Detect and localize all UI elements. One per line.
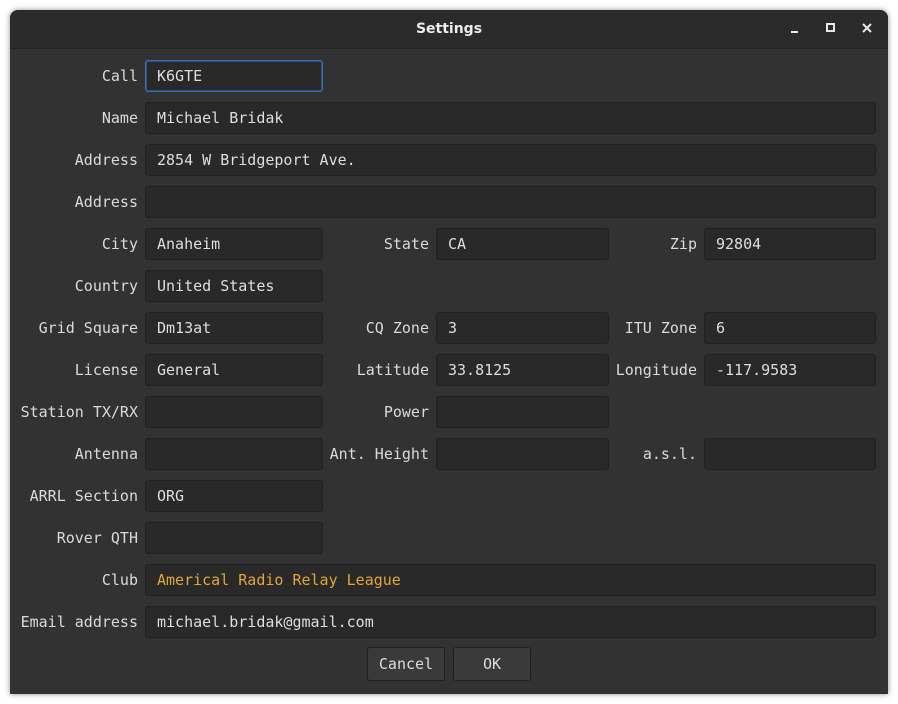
asl-label: a.s.l. — [642, 445, 697, 463]
arrl-section-input[interactable] — [145, 480, 323, 512]
zip-label: Zip — [669, 235, 697, 253]
longitude-label: Longitude — [615, 361, 697, 379]
latitude-input[interactable] — [436, 354, 609, 386]
license-label: License — [74, 361, 138, 379]
station-input[interactable] — [145, 396, 323, 428]
ok-button[interactable]: OK — [453, 647, 531, 681]
cancel-button[interactable]: Cancel — [367, 647, 445, 681]
itu-zone-input[interactable] — [704, 312, 876, 344]
name-label: Name — [101, 109, 138, 127]
asl-input[interactable] — [704, 438, 876, 470]
state-input[interactable] — [436, 228, 609, 260]
itu-zone-label: ITU Zone — [624, 319, 697, 337]
grid-square-input[interactable] — [145, 312, 323, 344]
club-input[interactable] — [145, 564, 876, 596]
window-title: Settings — [415, 21, 483, 37]
name-input[interactable] — [145, 102, 876, 134]
latitude-label: Latitude — [356, 361, 429, 379]
club-label: Club — [101, 571, 138, 589]
zip-input[interactable] — [704, 228, 876, 260]
power-label: Power — [383, 403, 429, 421]
close-icon[interactable] — [857, 19, 877, 39]
power-input[interactable] — [436, 396, 609, 428]
city-label: City — [101, 235, 138, 253]
maximize-icon[interactable] — [821, 19, 841, 39]
rover-qth-input[interactable] — [145, 522, 323, 554]
call-label: Call — [101, 67, 138, 85]
rover-qth-label: Rover QTH — [56, 529, 138, 547]
minimize-icon[interactable] — [785, 19, 805, 39]
country-label: Country — [74, 277, 138, 295]
cq-zone-input[interactable] — [436, 312, 609, 344]
antenna-input[interactable] — [145, 438, 323, 470]
state-label: State — [383, 235, 429, 253]
email-input[interactable] — [145, 606, 876, 638]
settings-window: Settings Call Name Address Address City … — [10, 10, 888, 694]
grid-square-label: Grid Square — [38, 319, 138, 337]
ant-height-input[interactable] — [436, 438, 609, 470]
city-input[interactable] — [145, 228, 323, 260]
address2-label: Address — [74, 193, 138, 211]
title-bar[interactable]: Settings — [10, 10, 888, 49]
country-input[interactable] — [145, 270, 323, 302]
arrl-section-label: ARRL Section — [29, 487, 138, 505]
antenna-label: Antenna — [74, 445, 138, 463]
station-label: Station TX/RX — [20, 403, 138, 421]
address-input[interactable] — [145, 144, 876, 176]
license-input[interactable] — [145, 354, 323, 386]
address-label: Address — [74, 151, 138, 169]
longitude-input[interactable] — [704, 354, 876, 386]
ant-height-label: Ant. Height — [329, 445, 429, 463]
cq-zone-label: CQ Zone — [365, 319, 429, 337]
call-input[interactable] — [145, 60, 323, 92]
email-label: Email address — [20, 613, 138, 631]
address2-input[interactable] — [145, 186, 876, 218]
